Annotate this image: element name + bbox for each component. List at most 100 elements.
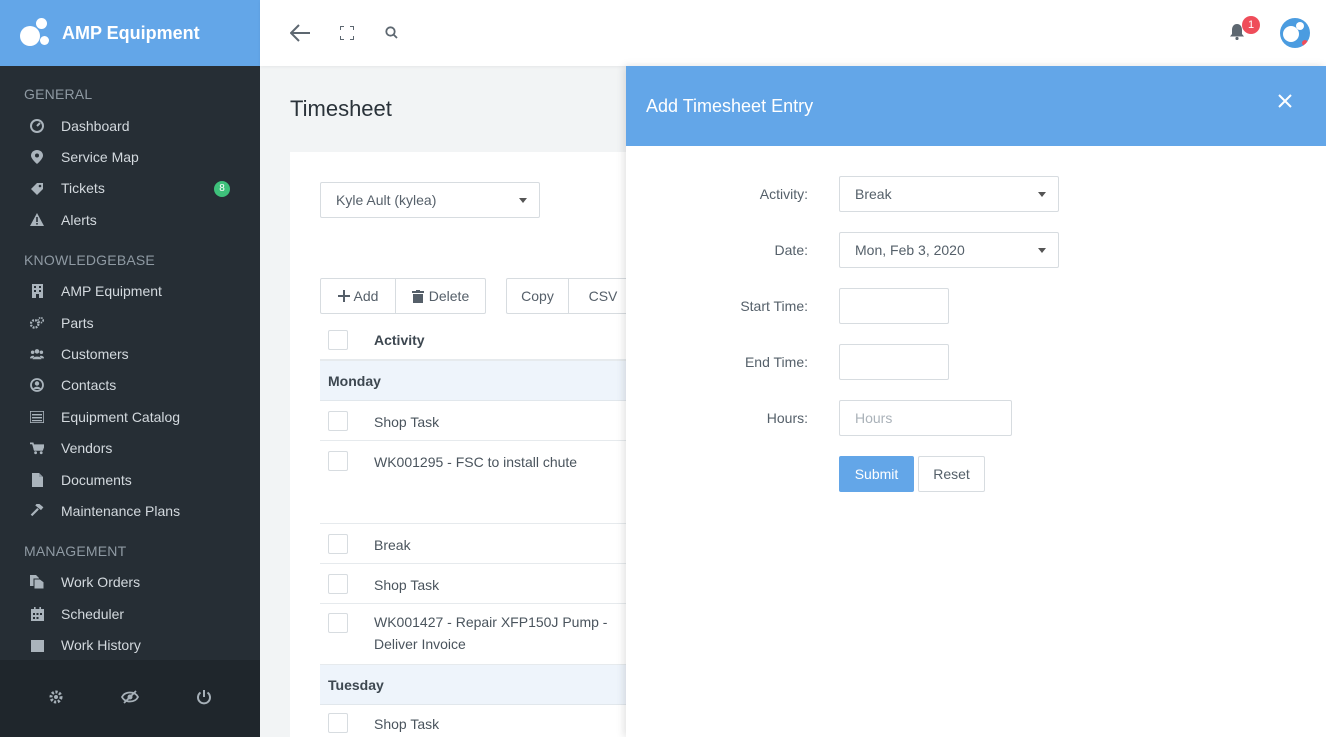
row-checkbox[interactable] xyxy=(328,534,348,554)
sidebar-item-label: Scheduler xyxy=(61,605,125,622)
sidebar-item-label: AMP Equipment xyxy=(61,283,162,300)
sidebar-item-documents[interactable]: Documents xyxy=(0,464,260,495)
ticket-icon xyxy=(30,181,44,196)
end-time-label: End Time: xyxy=(744,354,808,370)
sidebar-item-parts[interactable]: Parts xyxy=(0,307,260,338)
notification-count-badge: 1 xyxy=(1242,16,1260,34)
reset-button[interactable]: Reset xyxy=(918,456,985,492)
fullscreen-icon[interactable] xyxy=(339,25,355,43)
sidebar: AMP Equipment GENERAL Dashboard Service … xyxy=(0,0,260,737)
sidebar-item-customers[interactable]: Customers xyxy=(0,338,260,369)
hammer-icon xyxy=(30,503,44,518)
row-activity: WK001427 - Repair XFP150J Pump - Deliver… xyxy=(374,614,608,652)
csv-button-label: CSV xyxy=(588,288,618,304)
sidebar-nav: GENERAL Dashboard Service Map Tickets 8 … xyxy=(0,66,260,660)
activity-label: Activity: xyxy=(759,186,808,202)
nav-section-management: MANAGEMENT xyxy=(24,542,127,559)
chevron-down-icon xyxy=(1038,248,1046,253)
row-checkbox[interactable] xyxy=(328,713,348,733)
table-row[interactable]: WK001295 - FSC to install chute xyxy=(320,441,640,524)
sidebar-item-label: Work Orders xyxy=(61,574,141,591)
select-all-checkbox[interactable] xyxy=(328,330,348,350)
sidebar-item-label: Service Map xyxy=(61,149,139,166)
table-row[interactable]: WK001427 - Repair XFP150J Pump - Deliver… xyxy=(320,604,640,665)
contact-icon xyxy=(30,378,44,393)
sidebar-item-label: Vendors xyxy=(61,440,113,457)
back-arrow-icon[interactable] xyxy=(289,24,310,45)
end-time-input[interactable] xyxy=(839,344,949,380)
table-row[interactable]: Shop Task xyxy=(320,564,640,604)
sidebar-item-maintenance-plans[interactable]: Maintenance Plans xyxy=(0,495,260,526)
activity-row: Activity: Break xyxy=(626,176,1326,212)
catalog-icon xyxy=(30,410,44,424)
sidebar-item-contacts[interactable]: Contacts xyxy=(0,370,260,401)
submit-button[interactable]: Submit xyxy=(839,456,914,492)
sidebar-item-amp-equipment[interactable]: AMP Equipment xyxy=(0,276,260,307)
sidebar-item-alerts[interactable]: Alerts xyxy=(0,204,260,235)
calendar-icon xyxy=(30,638,44,653)
sidebar-item-label: Contacts xyxy=(61,377,117,394)
panel-title: Add Timesheet Entry xyxy=(646,95,814,116)
add-button[interactable]: Add xyxy=(320,278,396,314)
group-day-label: Tuesday xyxy=(328,677,384,693)
sidebar-item-tickets[interactable]: Tickets 8 xyxy=(0,173,260,204)
row-checkbox[interactable] xyxy=(328,574,348,594)
column-header-activity: Activity xyxy=(374,332,425,348)
chevron-down-icon xyxy=(519,198,527,203)
cogs-icon xyxy=(30,316,44,330)
user-select[interactable]: Kyle Ault (kylea) xyxy=(320,182,540,218)
power-icon[interactable] xyxy=(196,689,212,708)
page-title: Timesheet xyxy=(290,96,392,121)
nav-section-knowledgebase: KNOWLEDGEBASE xyxy=(24,251,155,268)
chevron-down-icon xyxy=(1038,192,1046,197)
row-checkbox[interactable] xyxy=(328,451,348,471)
brand-title: AMP Equipment xyxy=(62,22,200,43)
copy-button[interactable]: Copy xyxy=(506,278,569,314)
panel-header: Add Timesheet Entry xyxy=(626,66,1326,146)
hours-row: Hours: Hours xyxy=(626,400,1326,436)
sidebar-item-scheduler[interactable]: Scheduler xyxy=(0,598,260,629)
sidebar-item-label: Parts xyxy=(61,314,94,331)
date-select[interactable]: Mon, Feb 3, 2020 xyxy=(839,232,1059,268)
sidebar-item-equipment-catalog[interactable]: Equipment Catalog xyxy=(0,401,260,432)
delete-button[interactable]: Delete xyxy=(395,278,486,314)
plus-icon xyxy=(337,290,350,302)
brand-header[interactable]: AMP Equipment xyxy=(0,0,260,66)
eye-slash-icon[interactable] xyxy=(120,690,139,707)
table-row[interactable]: Shop Task xyxy=(320,401,640,441)
sidebar-item-label: Maintenance Plans xyxy=(61,502,181,519)
sidebar-item-service-map[interactable]: Service Map xyxy=(0,141,260,172)
hours-input[interactable]: Hours xyxy=(839,400,1012,436)
start-time-input[interactable] xyxy=(839,288,949,324)
warning-icon xyxy=(30,213,44,227)
users-icon xyxy=(30,347,44,361)
row-checkbox[interactable] xyxy=(328,411,348,431)
files-icon xyxy=(30,575,44,590)
search-icon[interactable] xyxy=(385,26,398,42)
sidebar-item-work-orders[interactable]: Work Orders xyxy=(0,567,260,598)
sidebar-item-dashboard[interactable]: Dashboard xyxy=(0,110,260,141)
sidebar-item-work-history[interactable]: Work History xyxy=(0,629,260,660)
date-select-value: Mon, Feb 3, 2020 xyxy=(855,242,965,258)
sidebar-item-label: Tickets xyxy=(61,180,105,197)
sidebar-item-vendors[interactable]: Vendors xyxy=(0,433,260,464)
group-day-label: Monday xyxy=(328,373,381,389)
date-label: Date: xyxy=(774,242,808,258)
row-checkbox[interactable] xyxy=(328,613,348,633)
topbar: 1 xyxy=(260,0,1326,66)
close-icon[interactable] xyxy=(1278,94,1296,112)
activity-select-value: Break xyxy=(855,186,892,202)
activity-select[interactable]: Break xyxy=(839,176,1059,212)
table-row[interactable]: Shop Task xyxy=(320,705,640,737)
hours-label: Hours: xyxy=(766,410,808,426)
sidebar-item-label: Dashboard xyxy=(61,117,130,134)
tickets-count-badge: 8 xyxy=(214,180,230,197)
copy-button-label: Copy xyxy=(521,288,554,304)
trash-icon xyxy=(411,289,424,303)
table-row[interactable]: Break xyxy=(320,524,640,564)
settings-gear-icon[interactable] xyxy=(48,689,64,708)
start-time-label: Start Time: xyxy=(740,298,808,314)
user-avatar[interactable] xyxy=(1280,18,1310,48)
group-row-monday: Monday xyxy=(320,361,640,401)
map-pin-icon xyxy=(30,150,44,165)
